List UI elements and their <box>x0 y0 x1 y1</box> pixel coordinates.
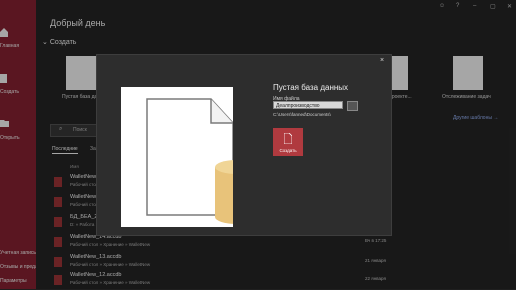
new-document-icon <box>284 133 292 144</box>
database-preview <box>121 87 259 227</box>
blank-database-dialog: × Пустая база данных Имя файла Деалпроиз… <box>96 54 392 236</box>
filename-input[interactable]: Деалпроизводство <box>273 101 343 109</box>
create-database-button[interactable]: Создать <box>273 128 303 156</box>
database-preview-illustration <box>146 98 259 224</box>
dialog-close-icon[interactable]: × <box>380 57 384 64</box>
browse-folder-icon[interactable] <box>347 101 358 111</box>
dialog-title: Пустая база данных <box>273 83 349 92</box>
create-button-label: Создать <box>279 148 297 153</box>
save-path: C:\Users\fanned\Documents\ <box>273 112 331 117</box>
